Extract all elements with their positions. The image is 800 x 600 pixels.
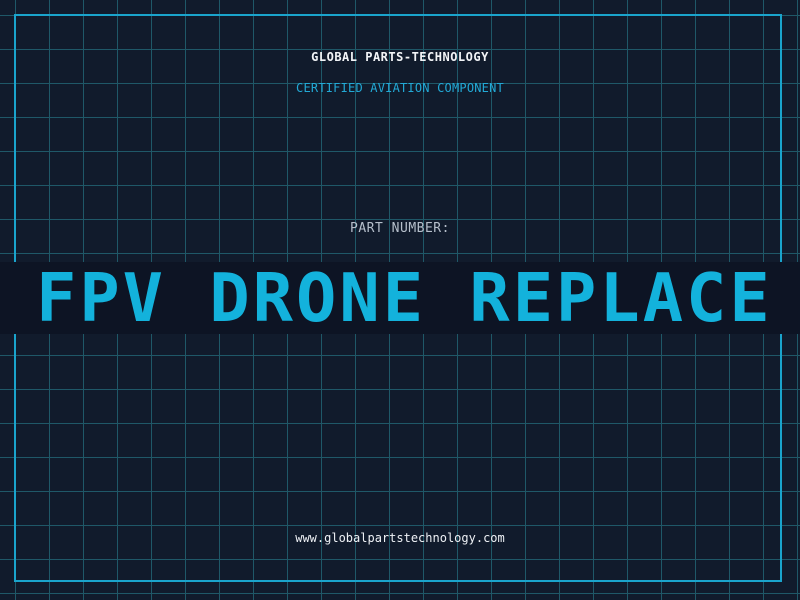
brand-title: GLOBAL PARTS-TECHNOLOGY xyxy=(311,50,489,64)
part-number-banner: FPV DRONE REPLACE xyxy=(0,262,800,334)
part-number-label: PART NUMBER: xyxy=(350,221,450,236)
brand-tagline: CERTIFIED AVIATION COMPONENT xyxy=(296,81,504,95)
product-label-page: GLOBAL PARTS-TECHNOLOGY CERTIFIED AVIATI… xyxy=(0,0,800,600)
website-url: www.globalpartstechnology.com xyxy=(295,531,505,545)
part-number-value: FPV DRONE REPLACE xyxy=(36,262,773,334)
